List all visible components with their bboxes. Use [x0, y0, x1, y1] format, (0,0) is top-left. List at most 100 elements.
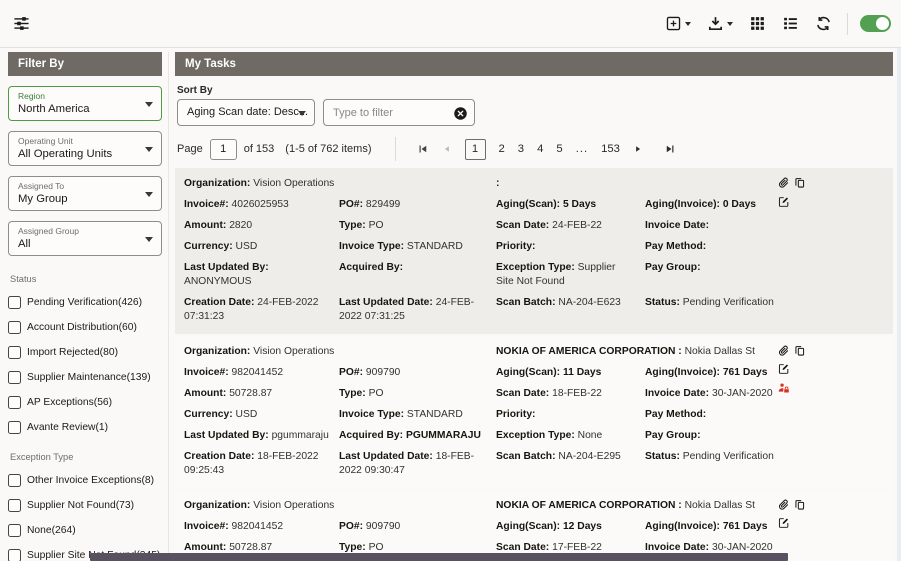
field-value: STANDARD — [407, 409, 463, 420]
field-value: 4026025953 — [232, 199, 289, 210]
field-label: Scan Date: — [496, 220, 549, 231]
card-field: Pay Group: — [645, 261, 784, 288]
copy-icon[interactable] — [794, 177, 806, 189]
list-icon — [782, 15, 799, 32]
field-label: Pay Method: — [645, 409, 706, 420]
pagination-row: Page of 153 (1-5 of 762 items) 12345...1… — [175, 137, 893, 161]
task-card[interactable]: Organization: Vision Operations NOKIA OF… — [175, 488, 893, 561]
clear-filter-icon[interactable] — [453, 106, 468, 121]
filter-checkbox-import-rejected-80[interactable]: Import Rejected(80) — [8, 346, 162, 359]
refresh-button[interactable] — [812, 12, 835, 35]
card-field: PO#: 829499 — [339, 198, 486, 212]
list-view-button[interactable] — [779, 12, 802, 35]
supplier-header: : — [496, 177, 784, 191]
card-field: Aging(Scan): 5 Days — [496, 198, 635, 212]
checkbox-icon[interactable] — [8, 474, 21, 487]
checkbox-icon[interactable] — [8, 421, 21, 434]
edit-icon[interactable] — [778, 517, 790, 529]
checkbox-icon[interactable] — [8, 346, 21, 359]
download-button[interactable] — [704, 12, 736, 35]
card-field: Last Updated By: ANONYMOUS — [184, 261, 329, 288]
type-to-filter-input[interactable] — [324, 107, 442, 119]
page-of-label: of 153 — [244, 143, 275, 155]
field-value: 18-FEB-22 — [552, 388, 602, 399]
horizontal-scrollbar[interactable] — [90, 553, 788, 561]
field-value: 761 Days — [723, 521, 768, 532]
top-toolbar — [0, 0, 901, 48]
edit-icon[interactable] — [778, 196, 790, 208]
checkbox-icon[interactable] — [8, 396, 21, 409]
toolbar-actions — [662, 12, 891, 35]
field-value: 829499 — [366, 199, 400, 210]
field-value: STANDARD — [407, 241, 463, 252]
card-field: Status: Pending Verification — [645, 296, 784, 323]
task-card[interactable]: Organization: Vision Operations NOKIA OF… — [175, 334, 893, 488]
checkbox-label: None(264) — [27, 525, 76, 536]
add-icon — [665, 15, 682, 32]
filter-checkbox-other-invoice-exceptions-8[interactable]: Other Invoice Exceptions(8) — [8, 474, 162, 487]
card-action-row — [778, 196, 790, 208]
checkbox-icon[interactable] — [8, 549, 21, 561]
view-toggle-on[interactable] — [860, 15, 891, 32]
pager-page-number[interactable]: 3 — [518, 143, 524, 155]
filter-checkbox-account-distribution-60[interactable]: Account Distribution(60) — [8, 321, 162, 334]
checkbox-icon[interactable] — [8, 296, 21, 309]
filter-checkbox-avante-review-1[interactable]: Avante Review(1) — [8, 421, 162, 434]
filter-select-region[interactable]: Region North America — [8, 86, 162, 121]
pager-last-icon[interactable] — [664, 143, 676, 155]
field-label: Status: — [645, 297, 680, 308]
edit-icon[interactable] — [778, 363, 790, 375]
sort-select[interactable]: Aging Scan date: Desc... — [177, 99, 315, 126]
attachment-icon[interactable] — [778, 499, 790, 511]
task-card[interactable]: Organization: Vision Operations : Invoic… — [175, 168, 893, 334]
copy-icon[interactable] — [794, 345, 806, 357]
pager-previous-icon[interactable] — [442, 144, 452, 154]
sliders-filter-button[interactable] — [10, 12, 33, 35]
filter-checkbox-pending-verification-426[interactable]: Pending Verification(426) — [8, 296, 162, 309]
card-field: Invoice Date: 30-JAN-2020 — [645, 387, 784, 401]
add-button[interactable] — [662, 12, 694, 35]
card-field: Currency: USD — [184, 408, 329, 422]
field-value: 50728.87 — [229, 542, 272, 553]
field-value: Pending Verification — [683, 451, 774, 462]
sort-by-label: Sort By — [177, 85, 893, 96]
checkbox-icon[interactable] — [8, 499, 21, 512]
checkbox-icon[interactable] — [8, 321, 21, 334]
toolbar-divider — [847, 13, 848, 35]
filter-checkbox-none-264[interactable]: None(264) — [8, 524, 162, 537]
field-value: ANONYMOUS — [184, 276, 252, 287]
pager-first-icon[interactable] — [417, 143, 429, 155]
pager-page-number[interactable]: 153 — [601, 143, 620, 155]
field-value: 30-JAN-2020 — [712, 388, 773, 399]
vertical-scrollbar-track[interactable] — [897, 48, 901, 561]
pager-page-number[interactable]: 4 — [537, 143, 543, 155]
grid-view-button[interactable] — [746, 12, 769, 35]
card-field: Amount: 50728.87 — [184, 387, 329, 401]
pager-page-number[interactable]: 1 — [465, 139, 486, 160]
copy-icon[interactable] — [794, 499, 806, 511]
filter-select-assigned-to[interactable]: Assigned To My Group — [8, 176, 162, 211]
card-action-row — [778, 363, 790, 375]
pager-next-icon[interactable] — [633, 144, 643, 154]
field-value: USD — [236, 409, 258, 420]
field-value: NA-204-E623 — [558, 297, 620, 308]
filter-select-assigned-group[interactable]: Assigned Group All — [8, 221, 162, 256]
field-value: Vision Operations — [253, 178, 334, 189]
field-label: Pay Group: — [645, 262, 701, 273]
checkbox-icon[interactable] — [8, 524, 21, 537]
attachment-icon[interactable] — [778, 345, 790, 357]
page-number-input[interactable] — [210, 139, 237, 160]
filter-checkbox-supplier-not-found-73[interactable]: Supplier Not Found(73) — [8, 499, 162, 512]
card-field: Exception Type: Supplier Site Not Found — [496, 261, 635, 288]
checkbox-icon[interactable] — [8, 371, 21, 384]
pager-page-number[interactable]: 2 — [499, 143, 505, 155]
field-label: Last Updated By: — [184, 430, 269, 441]
supplier-site: Nokia Dallas St — [685, 346, 755, 357]
card-action-row — [778, 177, 805, 189]
filter-checkbox-supplier-maintenance-139[interactable]: Supplier Maintenance(139) — [8, 371, 162, 384]
card-field: Scan Batch: NA-204-E623 — [496, 296, 635, 323]
pager-page-number[interactable]: 5 — [556, 143, 562, 155]
attachment-icon[interactable] — [778, 177, 790, 189]
filter-checkbox-ap-exceptions-56[interactable]: AP Exceptions(56) — [8, 396, 162, 409]
filter-select-operating-unit[interactable]: Operating Unit All Operating Units — [8, 131, 162, 166]
